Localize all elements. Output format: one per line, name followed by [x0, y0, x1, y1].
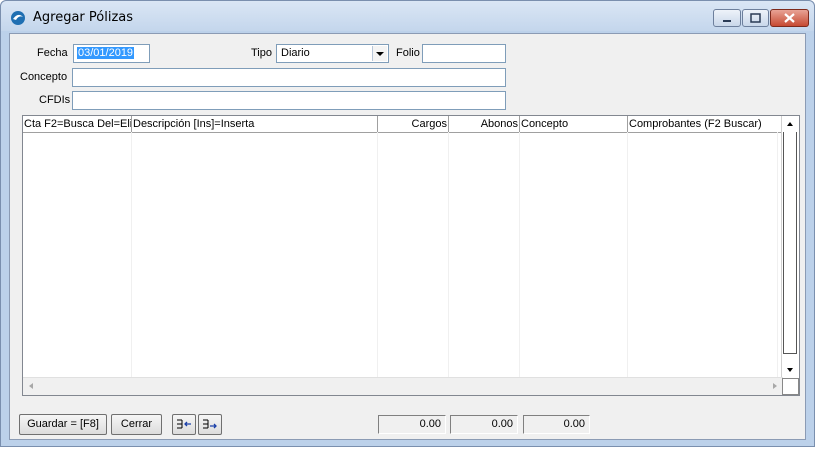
total-diferencia: 0.00 [523, 415, 590, 434]
close-button[interactable] [770, 9, 809, 27]
scroll-down-icon[interactable] [783, 363, 797, 377]
guardar-button[interactable]: Guardar = [F8] [19, 414, 107, 435]
concepto-label: Concepto [20, 71, 68, 83]
tipo-value: Diario [281, 47, 310, 59]
folio-field[interactable] [422, 44, 506, 63]
grid-divider [377, 132, 378, 395]
scroll-thumb[interactable] [783, 132, 797, 354]
grid-divider [131, 132, 132, 395]
title-bar[interactable]: Agregar Pólizas [1, 1, 814, 31]
grid-divider [777, 132, 778, 395]
app-icon [11, 11, 25, 25]
column-cta[interactable]: Cta F2=Busca Del=Elim [23, 116, 132, 132]
cfdis-label: CFDIs [39, 94, 71, 106]
column-concepto[interactable]: Concepto [520, 116, 628, 132]
cerrar-button[interactable]: Cerrar [111, 414, 162, 435]
scroll-up-icon[interactable] [783, 117, 797, 131]
total-cargos: 0.00 [378, 415, 446, 434]
grid-divider [627, 132, 628, 395]
minimize-button[interactable] [713, 9, 741, 27]
window-title: Agregar Pólizas [33, 10, 134, 25]
cerrar-label: Cerrar [120, 418, 153, 430]
insert-row-icon [177, 419, 191, 429]
tipo-label: Tipo [251, 47, 272, 59]
grid-divider [448, 132, 449, 395]
close-icon [784, 13, 795, 23]
delete-row-button[interactable] [198, 414, 222, 435]
horizontal-scrollbar[interactable] [23, 377, 783, 395]
cfdis-field[interactable] [72, 91, 506, 110]
folio-label: Folio [396, 47, 420, 59]
scroll-corner [782, 378, 799, 395]
concepto-field[interactable] [72, 68, 506, 87]
total-abonos: 0.00 [450, 415, 518, 434]
tipo-select[interactable]: Diario [276, 44, 389, 63]
guardar-label: Guardar = [F8] [27, 418, 99, 430]
maximize-icon [750, 13, 761, 23]
column-abonos[interactable]: Abonos [449, 116, 520, 132]
app-window: Agregar Pólizas Fecha 03/01/2019 Tipo Di… [0, 0, 815, 447]
grid-divider [519, 132, 520, 395]
grid-header: Cta F2=Busca Del=Elim Descripción [Ins]=… [23, 116, 783, 133]
minimize-icon [723, 20, 731, 22]
column-cargos[interactable]: Cargos [378, 116, 449, 132]
vertical-scrollbar[interactable] [781, 116, 799, 379]
chevron-down-icon[interactable] [372, 46, 387, 61]
delete-row-icon [203, 419, 217, 429]
fecha-field[interactable]: 03/01/2019 [73, 44, 150, 63]
polizas-grid[interactable]: Cta F2=Busca Del=Elim Descripción [Ins]=… [22, 115, 800, 396]
form-client-area: Fecha 03/01/2019 Tipo Diario Folio Conce… [9, 33, 806, 440]
insert-row-button[interactable] [172, 414, 196, 435]
scroll-left-icon[interactable] [25, 380, 37, 392]
fecha-value: 03/01/2019 [77, 47, 135, 59]
column-descripcion[interactable]: Descripción [Ins]=Inserta [132, 116, 378, 132]
maximize-button[interactable] [742, 9, 769, 27]
column-comprobantes[interactable]: Comprobantes (F2 Buscar) [628, 116, 783, 132]
fecha-label: Fecha [37, 47, 68, 59]
scroll-right-icon[interactable] [769, 380, 781, 392]
